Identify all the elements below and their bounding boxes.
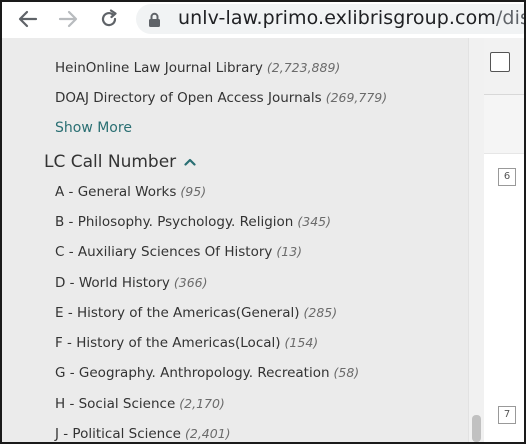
lock-icon	[149, 12, 160, 27]
facet-label: D - World History	[55, 275, 170, 291]
results-list: 6 7	[484, 153, 524, 443]
url-host: unlv-law.primo.exlibrisgroup.com	[178, 7, 496, 29]
facet-count: (269,779)	[325, 90, 388, 105]
facet-item[interactable]: A - General Works (95)	[55, 184, 206, 200]
show-more-link[interactable]: Show More	[55, 120, 132, 136]
facet-label: H - Social Science	[55, 396, 176, 412]
forward-button[interactable]	[54, 6, 82, 32]
url-path: /discovery/s	[495, 7, 526, 29]
scrollbar-thumb[interactable]	[472, 415, 481, 442]
facet-label: F - History of the Americas(Local)	[55, 335, 281, 351]
results-toolbar	[484, 38, 524, 95]
facet-label: G - Geography. Anthropology. Recreation	[55, 365, 330, 381]
facet-label: E - History of the Americas(General)	[55, 305, 300, 321]
facet-count: (285)	[303, 305, 338, 320]
section-title: LC Call Number	[44, 152, 177, 172]
facet-label: A - General Works	[55, 184, 177, 200]
facet-item[interactable]: J - Political Science (2,401)	[55, 426, 231, 442]
facet-item[interactable]: C - Auxiliary Sciences Of History (13)	[55, 244, 302, 260]
facet-count: (95)	[180, 184, 207, 199]
forward-arrow-icon	[58, 10, 78, 28]
browser-toolbar: unlv-law.primo.exlibrisgroup.com/discove…	[2, 2, 526, 38]
lc-call-number-heading[interactable]: LC Call Number	[44, 152, 196, 172]
facet-label: HeinOnline Law Journal Library	[55, 60, 263, 76]
back-arrow-icon	[18, 10, 38, 28]
facet-item[interactable]: DOAJ Directory of Open Access Journals (2…	[55, 90, 387, 106]
reload-icon	[101, 9, 117, 27]
reload-button[interactable]	[95, 6, 123, 32]
facet-count: (58)	[333, 365, 360, 380]
facet-item[interactable]: H - Social Science (2,170)	[55, 396, 225, 412]
facet-label: J - Political Science	[55, 426, 181, 442]
facet-count: (154)	[284, 335, 319, 350]
facet-label: C - Auxiliary Sciences Of History	[55, 244, 273, 260]
back-button[interactable]	[14, 6, 42, 32]
facet-label: B - Philosophy. Psychology. Religion	[55, 214, 294, 230]
result-number: 7	[498, 406, 516, 424]
facet-label: DOAJ Directory of Open Access Journals	[55, 90, 322, 106]
facet-count: (366)	[173, 275, 208, 290]
facet-item[interactable]: G - Geography. Anthropology. Recreation(…	[55, 365, 359, 381]
facet-item[interactable]: E - History of the Americas(General) (285…	[55, 305, 337, 321]
facet-item[interactable]: B - Philosophy. Psychology. Religion (345…	[55, 214, 331, 230]
results-column: 6 7	[484, 38, 524, 443]
facet-count: (345)	[297, 214, 331, 229]
chevron-up-icon	[184, 158, 196, 166]
facet-scrollbar[interactable]	[468, 38, 484, 442]
facet-count: (2,170)	[179, 396, 225, 411]
facet-panel: HeinOnline Law Journal Library (2,723,889…	[2, 38, 468, 442]
facet-count: (13)	[276, 244, 303, 259]
facet-item[interactable]: HeinOnline Law Journal Library (2,723,889…	[55, 60, 340, 76]
address-bar[interactable]: unlv-law.primo.exlibrisgroup.com/discove…	[136, 4, 526, 34]
facet-item[interactable]: D - World History (366)	[55, 275, 207, 291]
url-text: unlv-law.primo.exlibrisgroup.com/discove…	[178, 7, 526, 29]
result-number: 6	[498, 168, 516, 186]
facet-count: (2,401)	[184, 426, 231, 441]
facet-count: (2,723,889)	[266, 60, 341, 75]
select-all-checkbox[interactable]	[490, 52, 510, 72]
facet-item[interactable]: F - History of the Americas(Local) (154)	[55, 335, 318, 351]
